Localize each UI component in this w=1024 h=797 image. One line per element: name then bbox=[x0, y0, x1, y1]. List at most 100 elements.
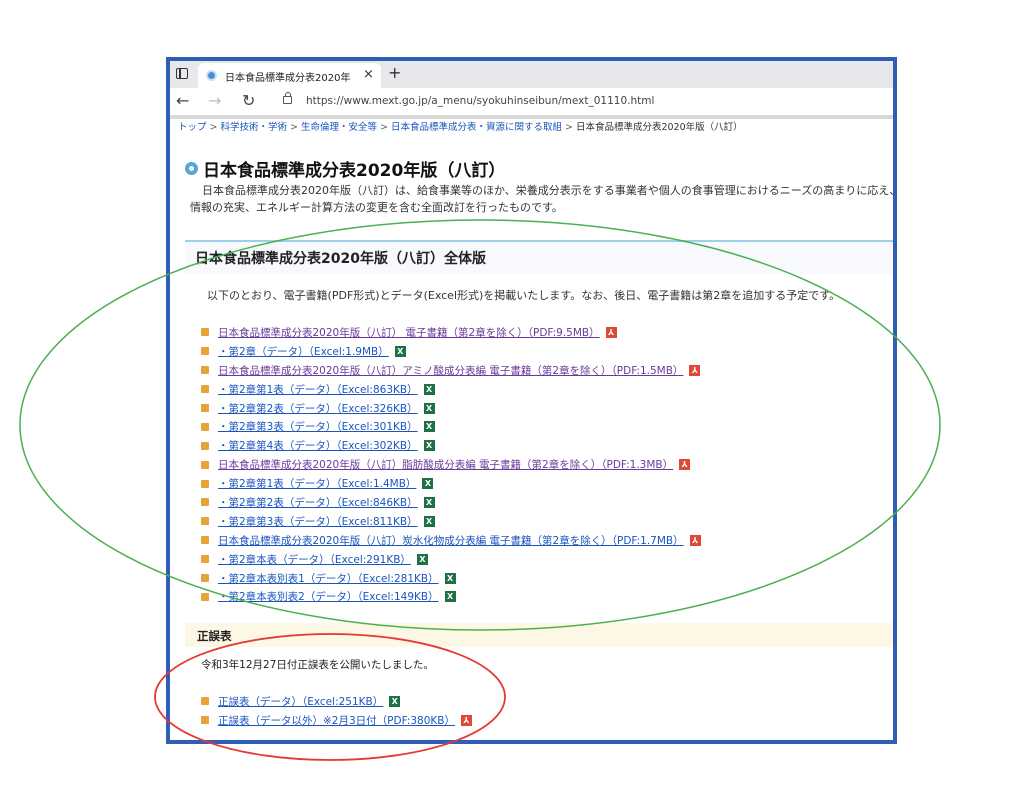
close-icon[interactable]: × bbox=[363, 67, 374, 82]
section-title: 日本食品標準成分表2020年版（八訂）全体版 bbox=[195, 251, 486, 267]
list-item: ・第2章（データ）（Excel:1.9MB） X bbox=[201, 342, 701, 361]
download-link[interactable]: 正誤表（データ）（Excel:251KB） bbox=[218, 694, 383, 709]
tab-bar: 日本食品標準成分表2020年版（ × + bbox=[170, 61, 893, 88]
bullet-icon bbox=[201, 555, 209, 564]
breadcrumb-item[interactable]: 日本食品標準成分表・資源に関する取組 bbox=[391, 122, 562, 133]
list-item: 正誤表（データ）（Excel:251KB） X bbox=[201, 692, 472, 711]
bullet-icon bbox=[201, 366, 209, 375]
bullet-icon bbox=[201, 517, 209, 526]
breadcrumb-current: 日本食品標準成分表2020年版（八訂） bbox=[575, 122, 743, 133]
download-list: 日本食品標準成分表2020年版（八訂） 電子書籍（第2章を除く）（PDF:9.5… bbox=[201, 323, 701, 606]
reload-button[interactable]: ↻ bbox=[242, 91, 255, 110]
excel-icon[interactable]: X bbox=[423, 440, 435, 452]
excel-icon[interactable]: X bbox=[444, 591, 456, 603]
breadcrumb-sep: > bbox=[564, 122, 573, 133]
list-item: ・第2章本表別表2（データ）（Excel:149KB） X bbox=[201, 587, 701, 606]
download-link[interactable]: 日本食品標準成分表2020年版（八訂）炭水化物成分表編 電子書籍（第2章を除く）… bbox=[218, 533, 684, 548]
bullet-icon bbox=[201, 498, 209, 507]
list-item: 正誤表（データ以外）※2月3日付（PDF:380KB） ⅄ bbox=[201, 711, 472, 730]
bullet-icon bbox=[201, 460, 209, 469]
forward-button[interactable]: → bbox=[208, 91, 221, 110]
breadcrumb-item[interactable]: トップ bbox=[178, 122, 207, 133]
download-link[interactable]: ・第2章本表別表2（データ）（Excel:149KB） bbox=[218, 589, 439, 604]
list-item: ・第2章第1表（データ）（Excel:1.4MB） X bbox=[201, 474, 701, 493]
bullet-icon bbox=[201, 697, 209, 706]
download-link[interactable]: ・第2章本表別表1（データ）（Excel:281KB） bbox=[218, 571, 439, 586]
lock-icon[interactable] bbox=[283, 92, 292, 104]
download-link[interactable]: ・第2章第4表（データ）（Excel:302KB） bbox=[218, 438, 418, 453]
bullet-icon bbox=[201, 479, 209, 488]
breadcrumb-sep: > bbox=[379, 122, 388, 133]
excel-icon[interactable]: X bbox=[423, 402, 435, 414]
list-item: 日本食品標準成分表2020年版（八訂）脂肪酸成分表編 電子書籍（第2章を除く）（… bbox=[201, 455, 701, 474]
list-item: ・第2章第2表（データ）（Excel:326KB） X bbox=[201, 399, 701, 418]
page-title: 日本食品標準成分表2020年版（八訂） bbox=[203, 161, 506, 181]
errata-list: 正誤表（データ）（Excel:251KB） X 正誤表（データ以外）※2月3日付（P… bbox=[201, 692, 472, 730]
tab-title: 日本食品標準成分表2020年版（ bbox=[225, 73, 350, 84]
list-item: ・第2章本表（データ）（Excel:291KB） X bbox=[201, 550, 701, 569]
excel-icon[interactable]: X bbox=[394, 345, 406, 357]
list-item: 日本食品標準成分表2020年版（八訂）アミノ酸成分表編 電子書籍（第2章を除く）… bbox=[201, 361, 701, 380]
breadcrumb-item[interactable]: 生命倫理・安全等 bbox=[301, 122, 377, 133]
excel-icon[interactable]: X bbox=[423, 496, 435, 508]
tab-actions-icon[interactable] bbox=[176, 68, 188, 79]
list-item: ・第2章第4表（データ）（Excel:302KB） X bbox=[201, 436, 701, 455]
download-link[interactable]: ・第2章第2表（データ）（Excel:326KB） bbox=[218, 401, 418, 416]
download-link[interactable]: 日本食品標準成分表2020年版（八訂）脂肪酸成分表編 電子書籍（第2章を除く）（… bbox=[218, 457, 673, 472]
bullet-icon bbox=[201, 385, 209, 394]
section-description: 以下のとおり、電子書籍(PDF形式)とデータ(Excel形式)を掲載いたします。… bbox=[207, 289, 841, 302]
bullet-icon bbox=[201, 441, 209, 450]
list-item: ・第2章第1表（データ）（Excel:863KB） X bbox=[201, 380, 701, 399]
errata-description: 令和3年12月27日付正誤表を公開いたしました。 bbox=[201, 659, 434, 671]
download-link[interactable]: ・第2章第1表（データ）（Excel:1.4MB） bbox=[218, 476, 416, 491]
list-item: ・第2章第3表（データ）（Excel:811KB） X bbox=[201, 512, 701, 531]
breadcrumb-sep: > bbox=[290, 122, 298, 133]
bullet-icon bbox=[201, 716, 209, 725]
pdf-icon[interactable]: ⅄ bbox=[460, 714, 472, 726]
download-link[interactable]: ・第2章第3表（データ）（Excel:811KB） bbox=[218, 514, 418, 529]
pdf-icon[interactable]: ⅄ bbox=[605, 326, 617, 338]
intro-text: 日本食品標準成分表2020年版（八訂）は、給食事業等のほか、栄養成分表示をする事… bbox=[190, 184, 897, 214]
excel-icon[interactable]: X bbox=[444, 572, 456, 584]
excel-icon[interactable]: X bbox=[389, 695, 401, 707]
download-link[interactable]: ・第2章第2表（データ）（Excel:846KB） bbox=[218, 495, 418, 510]
download-link[interactable]: 日本食品標準成分表2020年版（八訂）アミノ酸成分表編 電子書籍（第2章を除く）… bbox=[218, 363, 683, 378]
list-item: ・第2章本表別表1（データ）（Excel:281KB） X bbox=[201, 569, 701, 588]
download-link[interactable]: 正誤表（データ以外）※2月3日付（PDF:380KB） bbox=[218, 713, 455, 728]
back-button[interactable]: ← bbox=[176, 91, 189, 110]
pdf-icon[interactable]: ⅄ bbox=[689, 364, 701, 376]
address-bar: ← → ↻ https://www.mext.go.jp/a_menu/syok… bbox=[170, 88, 893, 115]
excel-icon[interactable]: X bbox=[423, 383, 435, 395]
download-link[interactable]: ・第2章（データ）（Excel:1.9MB） bbox=[218, 344, 389, 359]
new-tab-button[interactable]: + bbox=[388, 63, 401, 82]
bullet-icon bbox=[201, 328, 209, 337]
excel-icon[interactable]: X bbox=[416, 553, 428, 565]
bullet-icon bbox=[201, 422, 209, 431]
download-link[interactable]: ・第2章第3表（データ）（Excel:301KB） bbox=[218, 419, 418, 434]
list-item: ・第2章第2表（データ）（Excel:846KB） X bbox=[201, 493, 701, 512]
breadcrumb: トップ > 科学技術・学術 > 生命倫理・安全等 > 日本食品標準成分表・資源に関する取組 >… bbox=[178, 119, 743, 133]
section-header: 日本食品標準成分表2020年版（八訂）全体版 bbox=[185, 240, 893, 274]
download-link[interactable]: ・第2章本表（データ）（Excel:291KB） bbox=[218, 552, 411, 567]
bullet-icon bbox=[201, 404, 209, 412]
breadcrumb-item[interactable]: 科学技術・学術 bbox=[220, 122, 287, 133]
excel-icon[interactable]: X bbox=[423, 421, 435, 433]
bullet-icon bbox=[201, 347, 209, 356]
list-item: 日本食品標準成分表2020年版（八訂）炭水化物成分表編 電子書籍（第2章を除く）… bbox=[201, 531, 701, 550]
download-link[interactable]: 日本食品標準成分表2020年版（八訂） 電子書籍（第2章を除く）（PDF:9.5… bbox=[218, 325, 600, 340]
bullet-icon bbox=[201, 592, 209, 601]
pdf-icon[interactable]: ⅄ bbox=[689, 534, 701, 546]
pdf-icon[interactable]: ⅄ bbox=[679, 459, 691, 471]
favicon-icon bbox=[206, 70, 217, 81]
breadcrumb-sep: > bbox=[209, 122, 218, 133]
excel-icon[interactable]: X bbox=[423, 515, 435, 527]
excel-icon[interactable]: X bbox=[422, 478, 434, 490]
list-item: ・第2章第3表（データ）（Excel:301KB） X bbox=[201, 417, 701, 436]
errata-title: 正誤表 bbox=[197, 629, 232, 643]
page-title-row: 日本食品標準成分表2020年版（八訂） bbox=[185, 156, 505, 181]
url-input[interactable]: https://www.mext.go.jp/a_menu/syokuhinse… bbox=[306, 95, 654, 107]
bullet-icon bbox=[201, 536, 209, 545]
browser-tab[interactable]: 日本食品標準成分表2020年版（ × bbox=[198, 63, 381, 88]
download-link[interactable]: ・第2章第1表（データ）（Excel:863KB） bbox=[218, 382, 418, 397]
errata-header: 正誤表 bbox=[185, 623, 893, 647]
